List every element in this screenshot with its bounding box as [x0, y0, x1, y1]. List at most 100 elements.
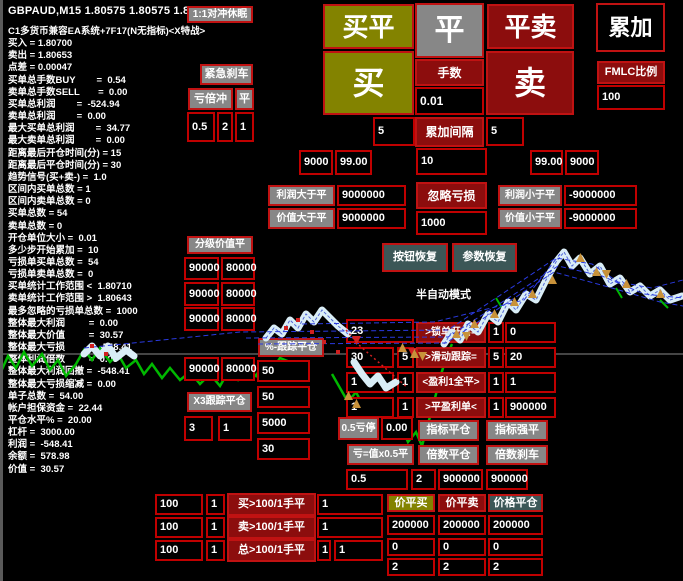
price-close-sell-button[interactable]: 价平卖	[438, 494, 486, 512]
emergency-brake-button[interactable]: 紧急刹车	[200, 64, 253, 85]
buy-close-count-input[interactable]: 100	[155, 494, 203, 515]
loss-multiple-close-button[interactable]: 平	[235, 88, 254, 110]
price-close-sell-zero-input[interactable]: 0	[438, 538, 486, 556]
graded-input-r1c2[interactable]: 80000	[221, 257, 255, 280]
total-close-count-input[interactable]: 100	[155, 540, 203, 561]
sell-button[interactable]: 卖	[486, 51, 574, 115]
lock-open-input-1[interactable]: 1	[488, 322, 504, 343]
param-restore-button[interactable]: 参数恢复	[452, 243, 517, 272]
graded-input-r1c1[interactable]: 90000	[184, 257, 219, 280]
profit1-input-2[interactable]: 1	[505, 372, 556, 393]
close-all-button[interactable]: 平	[415, 3, 484, 58]
sell-over-100-close-button[interactable]: 卖>100/1手平	[227, 516, 316, 539]
loss-row-input-2[interactable]: 2	[411, 469, 436, 490]
hedge-sleep-button[interactable]: 1:1对冲休眠	[187, 6, 253, 23]
graded-value-close-button[interactable]: 分级价值平	[187, 236, 253, 254]
indicator-close-button[interactable]: 指标平仓	[418, 420, 479, 441]
price-close-sell-price-input[interactable]: 200000	[438, 515, 486, 535]
ignore-loss-input[interactable]: 1000	[416, 211, 487, 235]
slide-trailing-input-1[interactable]: 5	[488, 347, 504, 368]
buy-close-lot-input[interactable]: 1	[206, 494, 225, 515]
close-profit-input-1[interactable]: 1	[488, 397, 504, 418]
lots-input[interactable]: 0.01	[415, 87, 484, 115]
profit-above-close-button[interactable]: 利润大于平	[268, 185, 335, 206]
range-input-1[interactable]: 9000	[299, 150, 333, 175]
graded-input-r4c2[interactable]: 80000	[221, 357, 255, 381]
loss-stop-button[interactable]: 0.5亏停	[338, 417, 379, 440]
graded-input-r3c1[interactable]: 90000	[184, 307, 219, 331]
loss-multiple-button[interactable]: 亏倍冲	[188, 88, 233, 110]
value-above-input[interactable]: 9000000	[337, 208, 406, 229]
profit1-row-input-a[interactable]: 1	[346, 372, 394, 393]
close-profit-orders-button[interactable]: >平盈利单<	[416, 397, 486, 418]
percent-trailing-close-button[interactable]: %-跟踪平仓	[258, 338, 324, 357]
lock-steps-input[interactable]: 23	[346, 319, 414, 343]
sell-close-count-input[interactable]: 100	[155, 517, 203, 538]
close-sell-button[interactable]: 平卖	[487, 4, 574, 49]
value-below-input[interactable]: -9000000	[564, 208, 637, 229]
accumulate-button[interactable]: 累加	[596, 3, 665, 52]
multiple-close-button[interactable]: 倍数平仓	[418, 445, 479, 465]
brake-input-2[interactable]: 2	[217, 112, 233, 142]
price-close-all-button[interactable]: 价格平仓	[488, 494, 543, 512]
buy-close-flag-input[interactable]: 1	[317, 494, 383, 515]
slide-trailing-button[interactable]: >滑动跟踪=	[416, 347, 486, 368]
range-input-2[interactable]: 99.00	[335, 150, 372, 175]
sell-close-lot-input[interactable]: 1	[206, 517, 225, 538]
slide-row-input-b[interactable]: 5	[397, 347, 414, 368]
range-input-5[interactable]: 9000	[565, 150, 599, 175]
total-close-flag-input-1[interactable]: 1	[317, 540, 331, 561]
sell-close-flag-input[interactable]: 1	[317, 517, 383, 538]
trailing-input-4[interactable]: 30	[257, 438, 310, 460]
range-input-4[interactable]: 99.00	[530, 150, 563, 175]
close-profit-row-input-b[interactable]: 1	[397, 397, 414, 418]
price-close-buy-zero-input[interactable]: 0	[387, 538, 435, 556]
price-close-buy-button[interactable]: 价平买	[387, 494, 435, 512]
x3-trailing-close-button[interactable]: X3跟踪平仓	[187, 392, 252, 412]
lock-open-input-2[interactable]: 0	[505, 322, 556, 343]
slide-trailing-input-2[interactable]: 20	[505, 347, 556, 368]
buy-over-100-close-button[interactable]: 买>100/1手平	[227, 493, 316, 516]
x3-input-a[interactable]: 3	[184, 416, 213, 441]
value-below-close-button[interactable]: 价值小于平	[498, 208, 562, 229]
multiple-brake-button[interactable]: 倍数刹车	[486, 445, 548, 465]
acc-gap-right-input[interactable]: 5	[486, 117, 524, 146]
range-input-3[interactable]: 10	[416, 148, 487, 175]
close-profit-row-input-a[interactable]: 1	[346, 397, 394, 418]
fmlc-ratio-label[interactable]: FMLC比例	[597, 61, 665, 84]
acc-gap-left-input[interactable]: 5	[373, 117, 415, 146]
graded-input-r3c2[interactable]: 80000	[221, 307, 255, 331]
loss-row-input-3[interactable]: 900000	[438, 469, 483, 490]
price-close-all-mode-input[interactable]: 2	[488, 558, 543, 576]
trailing-input-1[interactable]: 50	[257, 360, 310, 382]
profit1-input-1[interactable]: 1	[488, 372, 504, 393]
total-over-100-close-button[interactable]: 总>100/1手平	[227, 539, 316, 562]
loss-row-input-4[interactable]: 900000	[486, 469, 528, 490]
graded-input-r4c1[interactable]: 90000	[184, 357, 219, 381]
profit1-row-input-b[interactable]: 1	[397, 372, 414, 393]
price-close-sell-mode-input[interactable]: 2	[438, 558, 486, 576]
price-close-all-zero-input[interactable]: 0	[488, 538, 543, 556]
profit1-close-all-button[interactable]: <盈利1全平>	[416, 372, 486, 393]
x3-input-b[interactable]: 1	[218, 416, 252, 441]
loss-row-input-1[interactable]: 0.5	[346, 469, 408, 490]
total-close-lot-input[interactable]: 1	[206, 540, 225, 561]
price-close-all-price-input[interactable]: 200000	[488, 515, 543, 535]
profit-below-input[interactable]: -9000000	[564, 185, 637, 206]
brake-input-3[interactable]: 1	[235, 112, 254, 142]
loss-value-formula-button[interactable]: 亏=值x0.5平	[347, 444, 414, 465]
loss-stop-input[interactable]: 0.00	[381, 417, 413, 440]
price-close-buy-price-input[interactable]: 200000	[387, 515, 435, 535]
profit-above-input[interactable]: 9000000	[337, 185, 406, 206]
close-profit-input-2[interactable]: 900000	[505, 397, 556, 418]
fmlc-ratio-input[interactable]: 100	[597, 85, 665, 110]
slide-row-input-a[interactable]: 30	[346, 347, 394, 368]
button-restore-button[interactable]: 按钮恢复	[382, 243, 448, 272]
graded-input-r2c1[interactable]: 90000	[184, 282, 219, 306]
trailing-input-3[interactable]: 5000	[257, 412, 310, 434]
value-above-close-button[interactable]: 价值大于平	[268, 208, 335, 229]
trailing-input-2[interactable]: 50	[257, 386, 310, 408]
profit-below-close-button[interactable]: 利润小于平	[498, 185, 562, 206]
ignore-loss-button[interactable]: 忽略亏损	[416, 182, 487, 209]
lock-open-button[interactable]: >锁单开启=	[416, 322, 486, 343]
